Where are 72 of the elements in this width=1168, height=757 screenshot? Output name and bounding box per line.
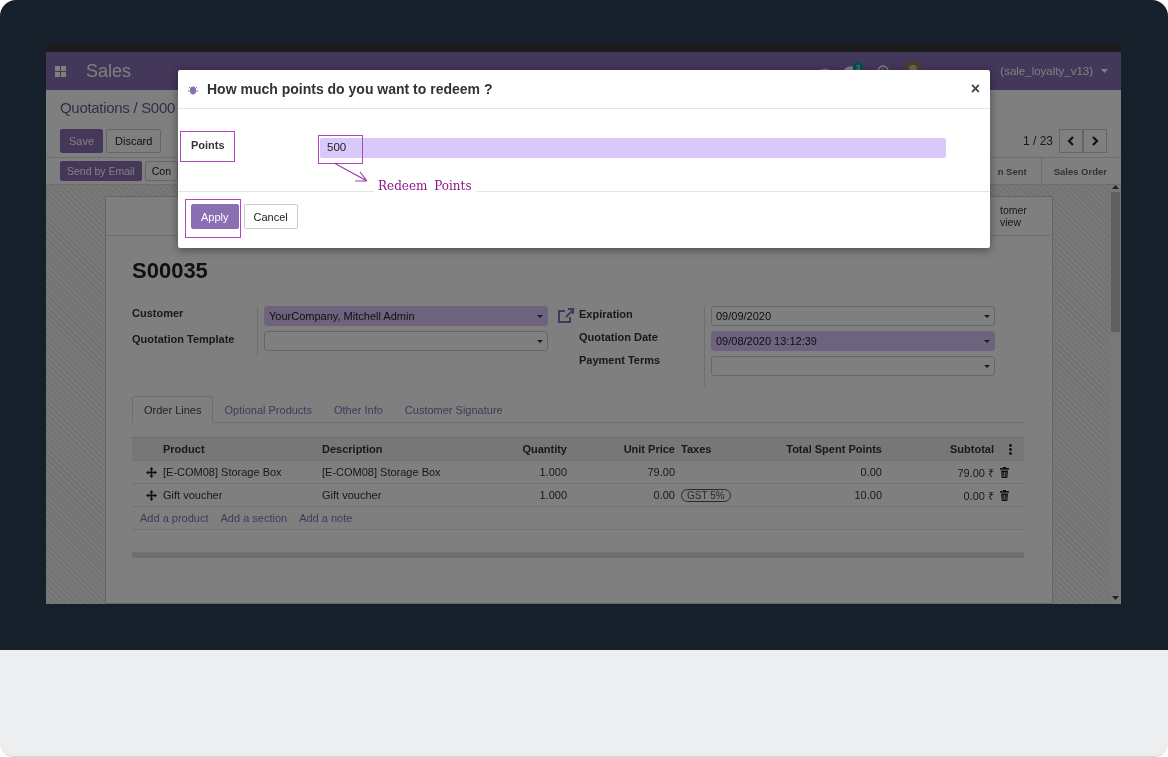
form-button[interactable]: Save — [60, 129, 104, 153]
header-button[interactable]: Send by Email — [60, 161, 142, 181]
table-cell-text: 0.00 ₹ — [962, 488, 995, 503]
select-field[interactable]: YourCompany, Mitchell Admin — [264, 306, 548, 326]
drag-handle-icon[interactable] — [146, 466, 157, 478]
table-cell-text: Gift voucher — [321, 489, 383, 501]
trash-icon[interactable] — [1000, 466, 1009, 478]
status-step[interactable]: Sales Order — [1040, 158, 1121, 184]
tab[interactable]: Customer Signature — [393, 396, 514, 423]
previous-button[interactable] — [1059, 129, 1083, 153]
field-label: Points — [191, 139, 226, 151]
table-cell-text: 1.000 — [538, 466, 568, 478]
column-header[interactable]: Product — [160, 443, 319, 455]
column-header[interactable]: Description — [319, 443, 479, 455]
table-cell-text: [E-COM08] Storage Box — [162, 466, 283, 478]
chevron-right-icon — [1091, 136, 1099, 146]
close-button[interactable]: × — [970, 80, 980, 98]
external-link-icon[interactable] — [557, 308, 575, 324]
tab[interactable]: Optional Products — [213, 396, 323, 423]
select-field[interactable] — [711, 356, 995, 376]
field-label: Quotation Template — [132, 333, 236, 345]
field-label: Quotation Date — [579, 331, 659, 343]
annotation-frame — [180, 131, 235, 162]
tab[interactable]: Other Info — [322, 396, 394, 423]
trash-icon[interactable] — [1000, 489, 1009, 501]
field-label: Customer — [132, 307, 185, 319]
annotation-arrow — [333, 162, 367, 182]
apps-grid-icon[interactable] — [55, 65, 66, 77]
table-cell-text: 0.00 — [652, 489, 676, 501]
column-header[interactable]: Subtotal — [885, 443, 997, 455]
table-cell-text: Gift voucher — [162, 489, 224, 501]
tab[interactable]: Order Lines — [132, 396, 214, 423]
table-cell-text: 79.00 ₹ — [956, 465, 995, 480]
form-button[interactable]: Discard — [106, 129, 162, 153]
dialog-button[interactable]: Cancel — [243, 204, 298, 229]
dialog-button[interactable]: Apply — [191, 204, 239, 229]
points-input[interactable]: 500 — [320, 138, 946, 158]
dialog-title: How much points do you want to redeem ? — [207, 81, 493, 97]
select-field[interactable]: 09/09/2020 — [711, 306, 995, 326]
next-button[interactable] — [1083, 129, 1107, 153]
pager-counter: 1 / 23 — [1022, 134, 1053, 148]
add-line-link[interactable]: Add a product — [140, 512, 209, 524]
app-title: Sales — [86, 60, 132, 82]
add-line-link[interactable]: Add a section — [220, 512, 288, 524]
caret-icon[interactable] — [1101, 69, 1108, 73]
select-field[interactable]: 09/08/2020 13:12:39 — [711, 331, 995, 351]
table-cell-text: [E-COM08] Storage Box — [321, 466, 442, 478]
field-label: Payment Terms — [579, 354, 662, 366]
drag-handle-icon[interactable] — [146, 489, 157, 501]
status-step[interactable]: n Sent — [985, 158, 1041, 184]
column-header[interactable]: Quantity — [479, 443, 570, 455]
annotation-frame — [318, 135, 363, 164]
record-title: S00035 — [132, 258, 209, 285]
scroll-down-icon[interactable] — [1112, 596, 1119, 600]
chevron-left-icon — [1067, 136, 1075, 146]
table-cell-text: 0.00 — [859, 466, 883, 478]
table-cell-text: 1.000 — [538, 489, 568, 501]
column-header[interactable]: Unit Price — [570, 443, 678, 455]
table-cell-text: 10.00 — [853, 489, 883, 501]
field-label: Expiration — [579, 308, 634, 320]
scrollbar-thumb[interactable] — [1111, 192, 1120, 332]
select-field[interactable] — [264, 331, 548, 351]
kebab-icon[interactable] — [1009, 443, 1012, 455]
column-header[interactable]: Total Spent Points — [752, 443, 885, 455]
scroll-up-icon[interactable] — [1112, 185, 1119, 189]
add-line-link[interactable]: Add a note — [299, 512, 353, 524]
table-cell-text: 79.00 — [646, 466, 676, 478]
header-button[interactable]: Con — [144, 161, 178, 181]
annotation-frame — [185, 199, 241, 238]
column-header[interactable]: Taxes — [678, 443, 752, 455]
user-menu[interactable]: (sale_loyalty_v13) — [1000, 65, 1093, 77]
annotation-text: Redeem Points — [374, 179, 476, 193]
